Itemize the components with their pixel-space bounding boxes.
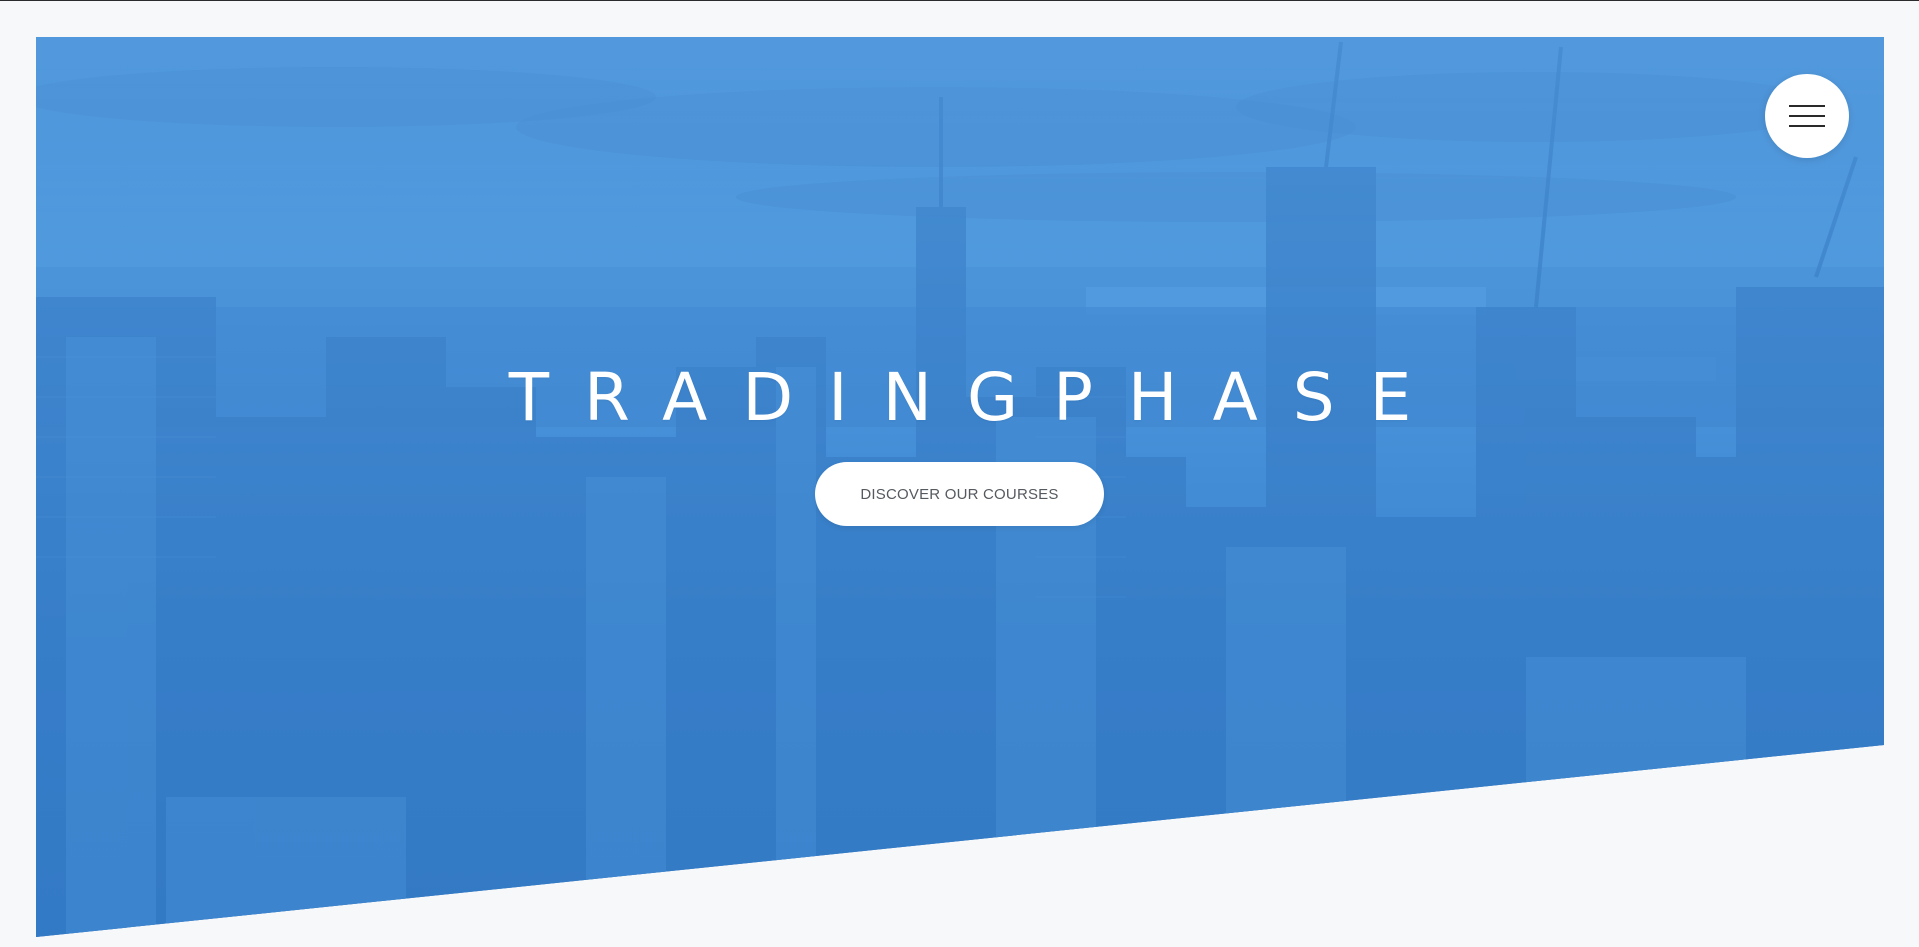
discover-courses-button[interactable]: DISCOVER OUR COURSES xyxy=(815,462,1104,526)
menu-bar xyxy=(1789,105,1825,107)
hero-section: TRADINGPHASE DISCOVER OUR COURSES xyxy=(36,37,1884,937)
menu-button[interactable] xyxy=(1765,74,1849,158)
menu-bar xyxy=(1789,115,1825,117)
menu-bar xyxy=(1789,125,1825,127)
page: TRADINGPHASE DISCOVER OUR COURSES xyxy=(0,0,1919,947)
hamburger-menu-icon xyxy=(1789,105,1825,127)
site-title: TRADINGPHASE xyxy=(508,359,1447,437)
